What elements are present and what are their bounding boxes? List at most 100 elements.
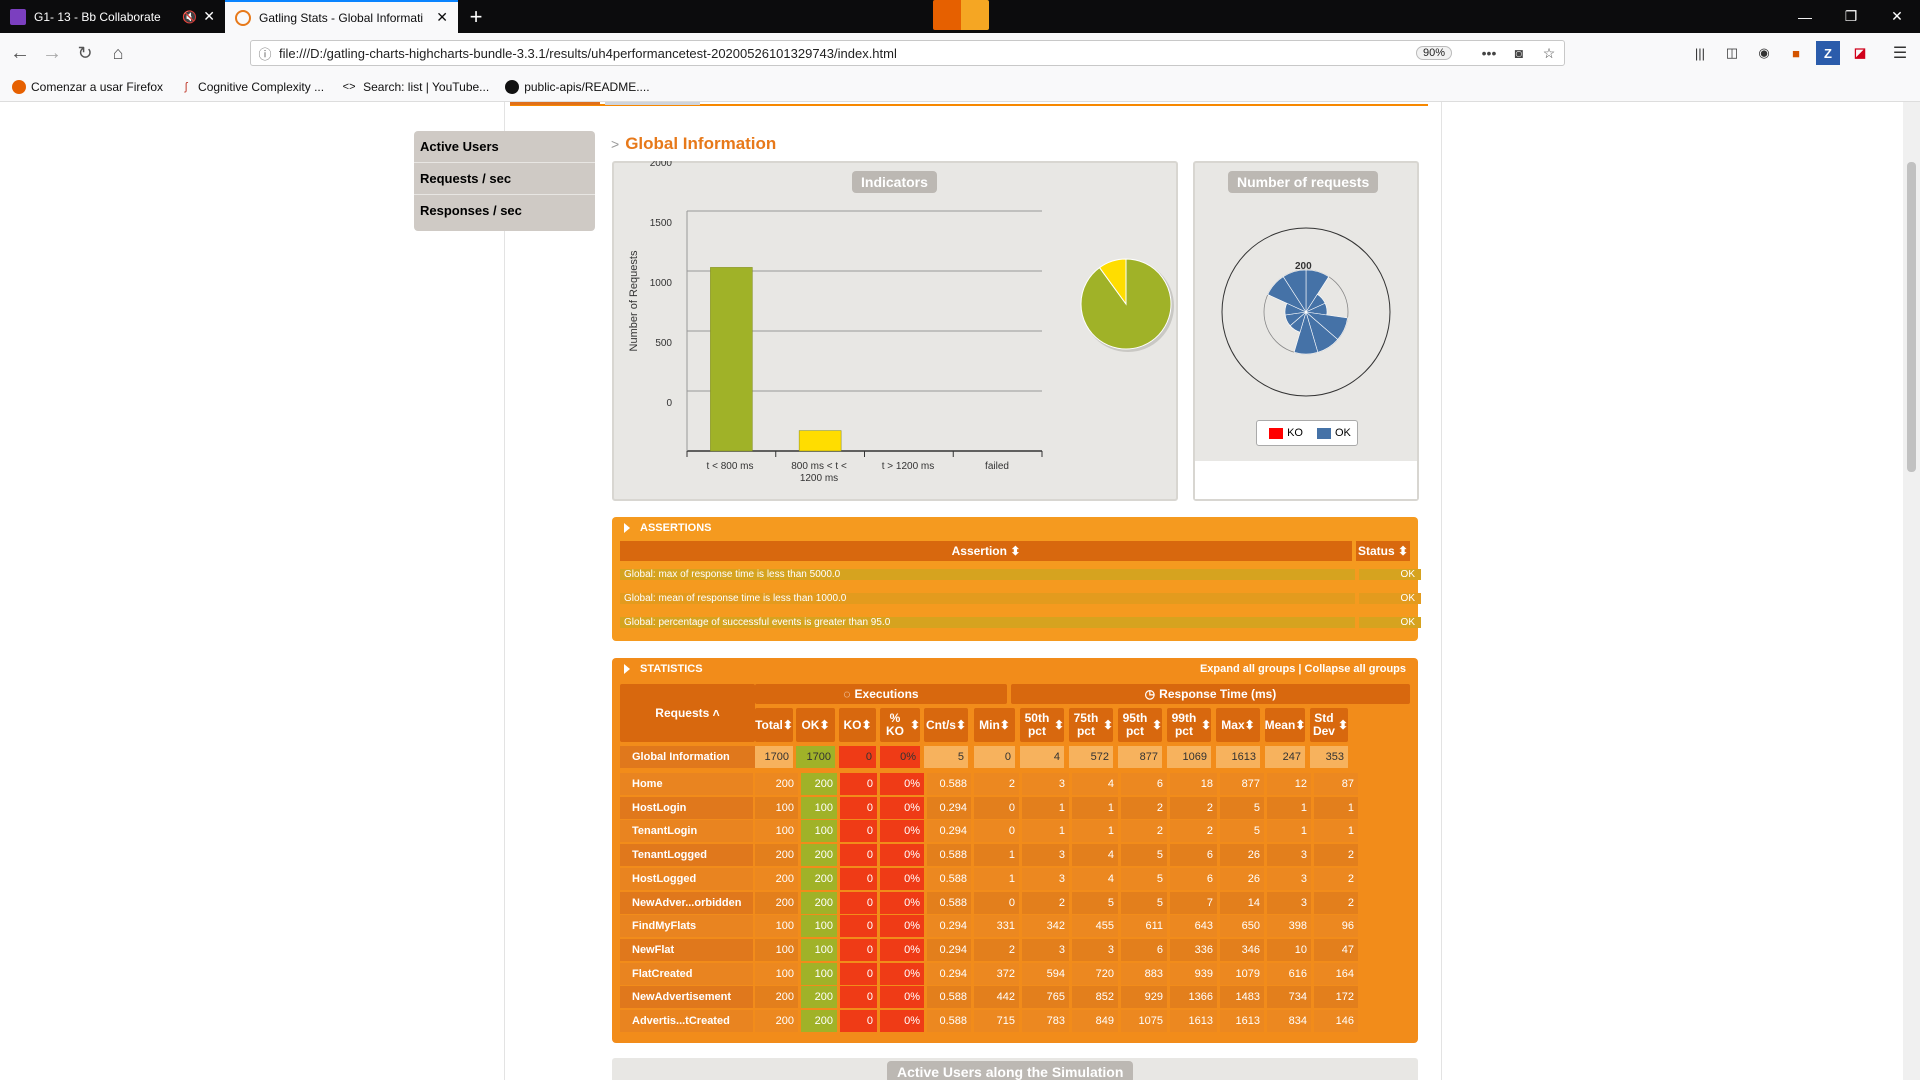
sharing-indicator[interactable]	[933, 0, 989, 30]
close-window-icon[interactable]: ✕	[1874, 0, 1920, 33]
table-row[interactable]: NewAdver...orbidden 200 200 0 0% 0.588 0 2 5 5 7 14…	[620, 891, 1410, 914]
column-header-total[interactable]: Total ⬍	[755, 708, 793, 742]
assertion-column-header[interactable]: Assertion ⬍	[620, 541, 1352, 561]
restore-icon[interactable]: ❐	[1828, 0, 1874, 33]
extension-red-icon[interactable]: ◪	[1848, 41, 1872, 65]
column-header-50th-pct[interactable]: 50th pct ⬍	[1020, 708, 1064, 742]
request-name[interactable]: Advertis...tCreated	[620, 1010, 753, 1032]
sidebar-icon[interactable]: ◫	[1720, 41, 1744, 65]
column-header--ko[interactable]: % KO ⬍	[880, 708, 920, 742]
legend-label-ko[interactable]: KO	[1287, 427, 1303, 439]
request-name[interactable]: NewAdvertisement	[620, 986, 753, 1009]
more-actions-icon[interactable]: •••	[1474, 45, 1504, 61]
account-icon[interactable]: ◉	[1752, 41, 1776, 65]
column-header-ok[interactable]: OK ⬍	[796, 708, 835, 742]
column-header-std-dev[interactable]: Std Dev ⬍	[1310, 708, 1348, 742]
assertions-toggle[interactable]: ASSERTIONS	[612, 517, 712, 539]
cell-cnt-s: 0.588	[927, 844, 971, 867]
table-row[interactable]: FlatCreated 100 100 0 0% 0.294 372 594 720 883 939…	[620, 962, 1410, 985]
back-icon[interactable]: ←	[6, 39, 34, 67]
cell--ko: 0%	[880, 891, 924, 914]
tab-bb-collaborate[interactable]: G1- 13 - Bb Collaborate 🔇 ✕	[0, 0, 225, 33]
cell-max: 1613	[1216, 746, 1260, 768]
request-name[interactable]: NewAdver...orbidden	[620, 891, 753, 914]
page-scrollbar[interactable]	[1903, 102, 1920, 1080]
table-row[interactable]: NewAdvertisement 200 200 0 0% 0.588 442 765 852 9…	[620, 986, 1410, 1009]
address-bar[interactable]: ⓘ file:///D:/gatling-charts-highcharts-b…	[250, 40, 1565, 66]
cell--ko: 0%	[880, 773, 924, 795]
bookmark-public-apis[interactable]: public-apis/README....	[505, 80, 650, 94]
indicator-bar[interactable]	[710, 267, 753, 452]
library-icon[interactable]: |||	[1688, 41, 1712, 65]
cell-ko: 0	[839, 746, 876, 768]
close-icon[interactable]: ✕	[436, 9, 448, 26]
bookmark-cognitive[interactable]: ʃ Cognitive Complexity ...	[179, 80, 324, 94]
reload-icon[interactable]: ↻	[71, 39, 99, 67]
speaker-muted-icon[interactable]: 🔇	[182, 10, 197, 24]
request-name[interactable]: Global Information	[620, 746, 755, 768]
request-name[interactable]: TenantLogin	[620, 820, 753, 843]
close-icon[interactable]: ✕	[203, 8, 215, 25]
column-header-max[interactable]: Max ⬍	[1216, 708, 1260, 742]
request-name[interactable]: FlatCreated	[620, 962, 753, 985]
info-icon[interactable]: ⓘ	[251, 44, 279, 63]
column-header-mean[interactable]: Mean ⬍	[1265, 708, 1305, 742]
indicator-bar[interactable]	[798, 430, 842, 452]
sort-icon: ⬍	[909, 717, 920, 732]
cell-95th-pct: 1075	[1121, 1010, 1167, 1032]
table-row[interactable]: Advertis...tCreated 200 200 0 0% 0.588 715 783 8…	[620, 1010, 1410, 1032]
menu-item-responses-sec[interactable]: Responses / sec	[414, 195, 595, 226]
bookmark-firefox[interactable]: Comenzar a usar Firefox	[12, 80, 163, 94]
global-information-row[interactable]: Global Information 1700 1700 0 0% 5 0 4 572 877 10…	[620, 746, 1410, 768]
panel-footer	[1195, 461, 1417, 499]
column-header-75th-pct[interactable]: 75th pct ⬍	[1069, 708, 1113, 742]
request-name[interactable]: NewFlat	[620, 938, 753, 961]
cell-50th-pct: 4	[1020, 746, 1064, 768]
table-row[interactable]: TenantLogged 200 200 0 0% 0.588 1 3 4 5 6 26 3 2	[620, 844, 1410, 867]
pocket-icon[interactable]: ◙	[1504, 45, 1534, 61]
tab-gatling-stats[interactable]: Gatling Stats - Global Informati ✕	[225, 0, 458, 33]
table-row[interactable]: FindMyFlats 100 100 0 0% 0.294 331 342 455 611 643…	[620, 915, 1410, 938]
column-header-min[interactable]: Min ⬍	[974, 708, 1015, 742]
column-header-label: 75th pct	[1073, 711, 1099, 738]
request-name[interactable]: HostLogin	[620, 796, 753, 819]
hamburger-menu-icon[interactable]: ☰	[1888, 41, 1912, 65]
column-header-ko[interactable]: KO ⬍	[839, 708, 876, 742]
table-row[interactable]: TenantLogin 100 100 0 0% 0.294 0 1 1 2 2 5 1 1	[620, 820, 1410, 843]
statistics-toggle[interactable]: STATISTICS	[612, 658, 703, 680]
extension-icon[interactable]: ■	[1784, 41, 1808, 65]
executions-header-label: Executions	[854, 686, 919, 701]
table-row[interactable]: HostLogin 100 100 0 0% 0.294 0 1 1 2 2 5 1 1	[620, 796, 1410, 819]
page-title-text: Global Information	[625, 134, 777, 153]
minimize-icon[interactable]: —	[1782, 0, 1828, 33]
requests-column-header[interactable]: Requests ˄	[620, 684, 755, 742]
column-header-95th-pct[interactable]: 95th pct ⬍	[1118, 708, 1162, 742]
menu-item-active-users[interactable]: Active Users	[414, 131, 595, 163]
url-text[interactable]: file:///D:/gatling-charts-highcharts-bun…	[279, 46, 1416, 61]
column-header-label: 99th pct	[1171, 711, 1197, 738]
forward-icon[interactable]: →	[38, 39, 66, 67]
menu-item-requests-sec[interactable]: Requests / sec	[414, 163, 595, 195]
table-row[interactable]: Home 200 200 0 0% 0.588 2 3 4 6 18 877 12 87	[620, 773, 1410, 795]
column-header-label: Min	[979, 717, 1000, 732]
request-name[interactable]: TenantLogged	[620, 844, 753, 867]
scrollbar-thumb[interactable]	[1907, 162, 1916, 472]
request-name[interactable]: FindMyFlats	[620, 915, 753, 938]
zotero-icon[interactable]: Z	[1816, 41, 1840, 65]
bookmark-star-icon[interactable]: ☆	[1534, 45, 1564, 62]
status-column-header[interactable]: Status ⬍	[1356, 541, 1410, 561]
cell-min: 2	[974, 938, 1019, 961]
column-header-99th-pct[interactable]: 99th pct ⬍	[1167, 708, 1211, 742]
legend-label-ok[interactable]: OK	[1335, 427, 1351, 439]
expand-all-link[interactable]: Expand all groups	[1200, 663, 1295, 675]
table-row[interactable]: HostLogged 200 200 0 0% 0.588 1 3 4 5 6 26 3 2	[620, 867, 1410, 890]
request-name[interactable]: Home	[620, 773, 753, 795]
new-tab-button[interactable]: +	[456, 0, 496, 33]
table-row[interactable]: NewFlat 100 100 0 0% 0.294 2 3 3 6 336 346 10 47	[620, 938, 1410, 961]
request-name[interactable]: HostLogged	[620, 867, 753, 890]
bookmark-search[interactable]: <> Search: list | YouTube...	[340, 80, 490, 94]
collapse-all-link[interactable]: Collapse all groups	[1305, 663, 1406, 675]
column-header-cnt-s[interactable]: Cnt/s ⬍	[924, 708, 968, 742]
home-icon[interactable]: ⌂	[104, 39, 132, 67]
zoom-level[interactable]: 90%	[1415, 46, 1452, 60]
